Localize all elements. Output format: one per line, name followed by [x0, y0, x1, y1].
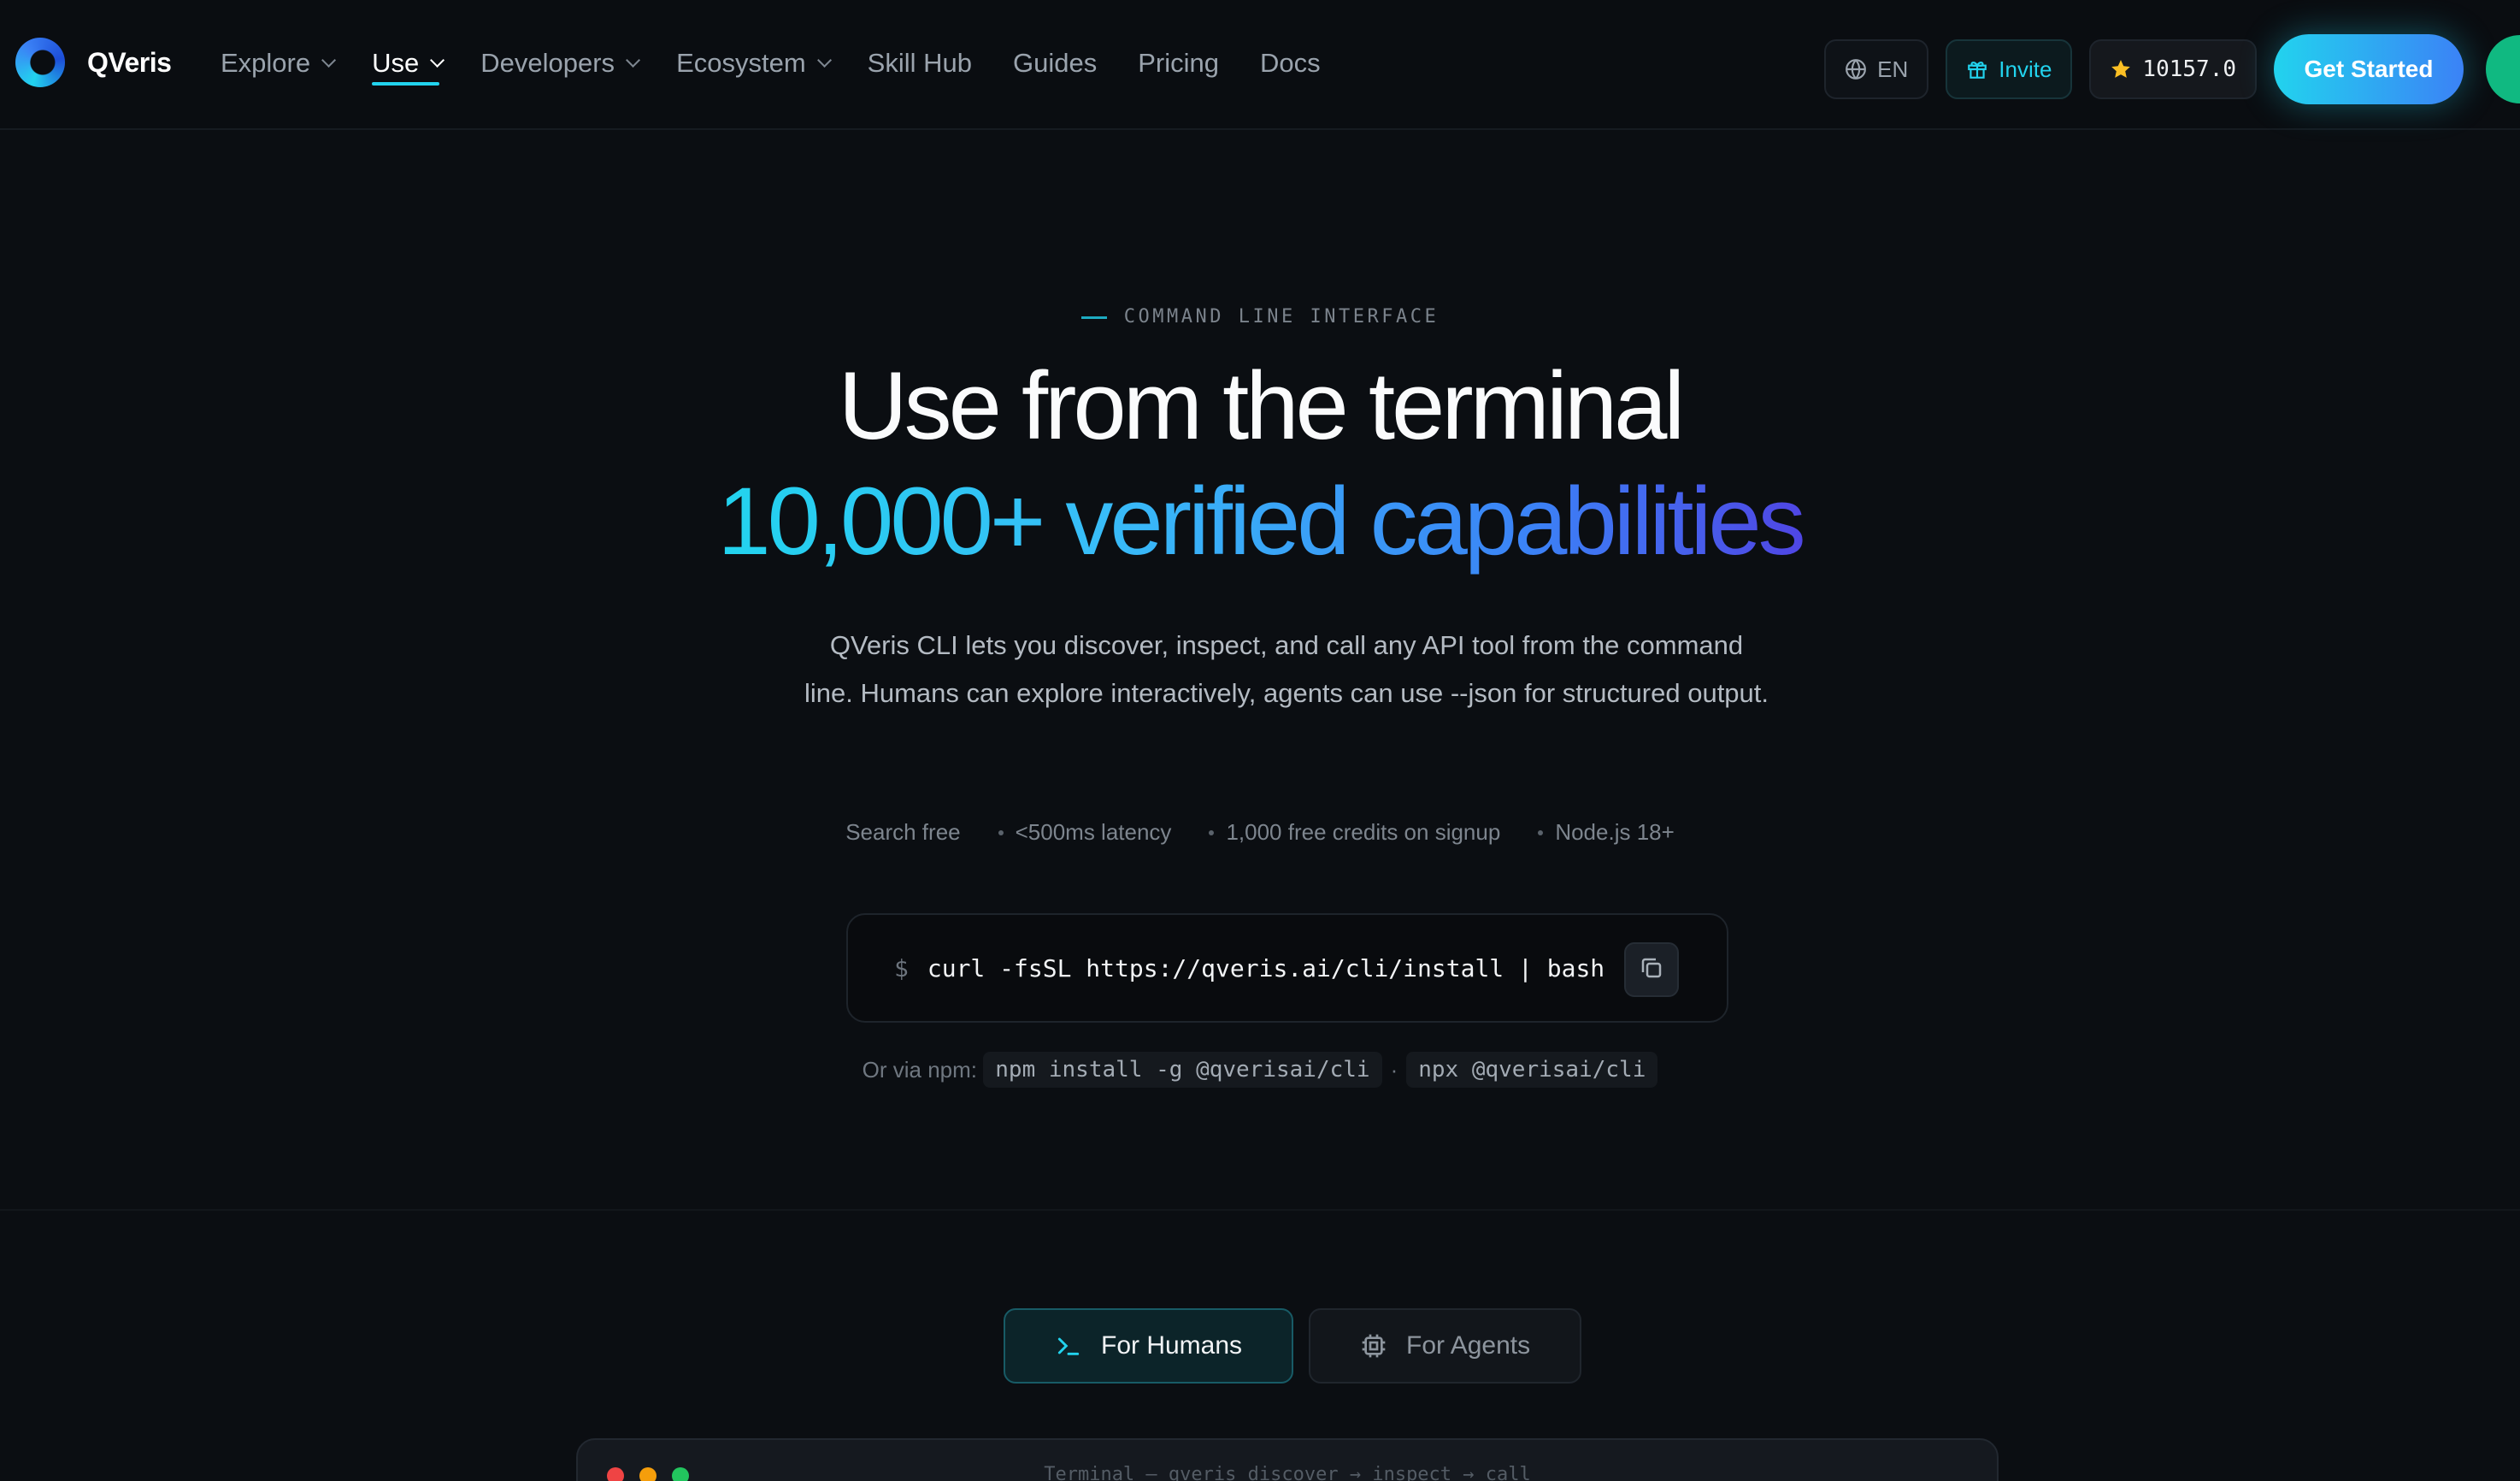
section-eyebrow: COMMAND LINE INTERFACE [0, 306, 2520, 327]
nav-item-label: Developers [480, 48, 615, 78]
tab-label: For Humans [1101, 1331, 1243, 1360]
eyebrow-text: COMMAND LINE INTERFACE [1123, 306, 1440, 327]
tab-label: For Agents [1406, 1331, 1531, 1360]
chevron-down-icon [626, 52, 641, 68]
nav-item-use[interactable]: Use [372, 43, 445, 86]
globe-icon [1845, 58, 1867, 80]
npm-label: Or via npm: [862, 1056, 978, 1083]
fact-label: <500ms latency [1015, 819, 1172, 845]
fact-label: 1,000 free credits on signup [1226, 819, 1501, 845]
fact-item: 1,000 free credits on signup [1209, 819, 1500, 846]
feature-facts: Search free <500ms latency 1,000 free cr… [0, 819, 2520, 846]
nav-item-explore[interactable]: Explore [221, 43, 337, 84]
fact-item: Node.js 18+ [1538, 819, 1675, 846]
qveris-logo-icon [15, 38, 65, 87]
hero-gradient-text: 10,000+ verified capabilities [717, 468, 1805, 575]
bullet-dot [1538, 829, 1544, 835]
npm-install-command[interactable]: npm install -g @qverisai/cli [983, 1052, 1382, 1088]
nav-item-label: Docs [1260, 48, 1321, 78]
get-started-button[interactable]: Get Started [2274, 34, 2464, 104]
copy-button[interactable] [1624, 942, 1679, 997]
nav-item-label: Ecosystem [676, 48, 806, 78]
terminal-title: Terminal — qveris discover → inspect → c… [1044, 1464, 1531, 1481]
nav-item-developers[interactable]: Developers [480, 43, 641, 84]
nav-item-label: Guides [1013, 48, 1098, 78]
section-divider [0, 1209, 2520, 1211]
nav-actions: EN Invite 10157.0 Get Started [1824, 34, 2520, 104]
language-switcher[interactable]: EN [1824, 39, 1929, 99]
terminal-window: Terminal — qveris discover → inspect → c… [576, 1438, 1999, 1481]
tab-for-agents[interactable]: For Agents [1309, 1308, 1582, 1384]
terminal-prompt-icon [1055, 1332, 1082, 1360]
npx-command[interactable]: npx @qverisai/cli [1406, 1052, 1658, 1088]
npm-alternatives: Or via npm: npm install -g @qverisai/cli… [0, 1052, 2520, 1088]
nav-item-label: Pricing [1138, 48, 1219, 78]
cpu-chip-icon [1360, 1332, 1387, 1360]
chevron-down-icon [816, 52, 832, 68]
bullet-dot [1209, 829, 1215, 835]
fact-item: Search free [845, 819, 960, 846]
install-command-box: $ curl -fsSL https://qveris.ai/cli/insta… [846, 913, 1728, 1023]
nav-item-pricing[interactable]: Pricing [1138, 43, 1219, 84]
stars-count: 10157.0 [2142, 56, 2236, 82]
brand-name: QVeris [87, 46, 172, 78]
audience-tabs: For Humans For Agents [1004, 1308, 1597, 1384]
nav-item-docs[interactable]: Docs [1260, 43, 1321, 84]
nav-item-skill-hub[interactable]: Skill Hub [868, 43, 972, 84]
github-stars-button[interactable]: 10157.0 [2089, 39, 2257, 99]
chevron-down-icon [430, 52, 445, 68]
hero-description: QVeris CLI lets you discover, inspect, a… [804, 630, 1769, 708]
gift-icon [1966, 58, 1988, 80]
bullet-dot [998, 829, 1004, 835]
shell-prompt: $ [894, 953, 909, 982]
hero-title: Use from the terminal [838, 352, 1686, 459]
main-menu: Explore Use Developers Ecosystem Skill H… [221, 43, 1362, 86]
install-command[interactable]: curl -fsSL https://qveris.ai/cli/install… [927, 954, 1604, 982]
copy-icon [1639, 955, 1664, 985]
star-icon [2110, 58, 2132, 80]
fact-label: Node.js 18+ [1555, 819, 1675, 845]
fact-item: <500ms latency [998, 819, 1172, 846]
invite-button[interactable]: Invite [1946, 39, 2073, 99]
brand-logo[interactable]: QVeris [15, 38, 172, 87]
nav-item-label: Skill Hub [867, 48, 972, 78]
npm-separator: · [1390, 1056, 1398, 1083]
nav-item-guides[interactable]: Guides [1013, 43, 1097, 84]
nav-item-label: Use [372, 48, 420, 78]
language-label: EN [1877, 56, 1909, 82]
invite-label: Invite [1999, 56, 2052, 82]
tab-for-humans[interactable]: For Humans [1004, 1308, 1294, 1384]
top-nav: QVeris Explore Use Developers Ecosystem … [0, 0, 2520, 130]
nav-item-label: Explore [221, 48, 311, 78]
hero-title-gradient: 10,000+ verified capabilities [0, 466, 2520, 576]
eyebrow-dash [1080, 316, 1107, 319]
fact-label: Search free [845, 819, 961, 845]
user-avatar[interactable] [2486, 35, 2520, 103]
nav-item-ecosystem[interactable]: Ecosystem [676, 43, 832, 84]
chevron-down-icon [321, 52, 337, 68]
